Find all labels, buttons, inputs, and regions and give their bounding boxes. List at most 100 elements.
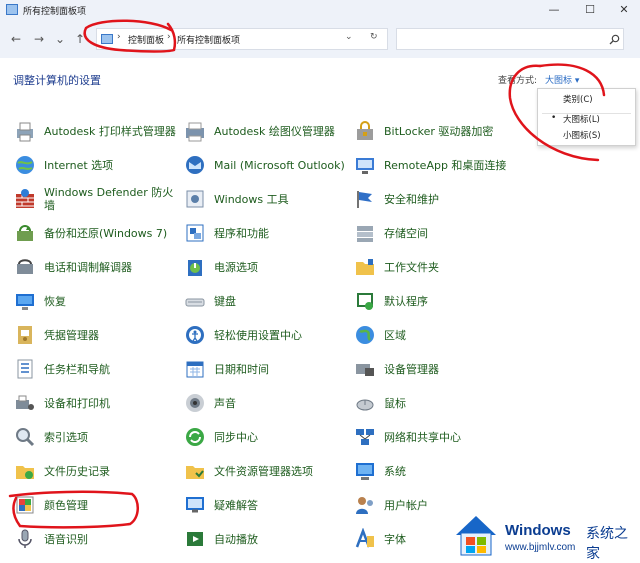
control-panel-item[interactable]: 疑难解答 xyxy=(184,490,352,520)
control-panel-item[interactable]: Mail (Microsoft Outlook) xyxy=(184,150,352,180)
system-icon xyxy=(354,460,376,482)
back-arrow-icon[interactable]: ← xyxy=(7,30,25,48)
control-panel-item-label: 键盘 xyxy=(214,294,236,308)
control-panel-item[interactable]: 索引选项 xyxy=(14,422,182,452)
search-icon[interactable] xyxy=(609,34,620,45)
breadcrumb-control-panel[interactable]: 控制面板 xyxy=(128,33,164,46)
maximize-button[interactable]: ☐ xyxy=(572,0,608,20)
recovery-icon xyxy=(14,290,36,312)
troubleshooting-icon xyxy=(184,494,206,516)
control-panel-item[interactable]: BitLocker 驱动器加密 xyxy=(354,116,522,146)
control-panel-item-label: 自动播放 xyxy=(214,532,258,546)
bitlocker-icon xyxy=(354,120,376,142)
watermark-url: www.bjjmlv.com xyxy=(505,542,576,553)
taskbar-icon xyxy=(14,358,36,380)
control-panel-item[interactable]: 程序和功能 xyxy=(184,218,352,248)
title-bar: 所有控制面板项 — ☐ ✕ xyxy=(0,0,640,20)
control-panel-item-label: 凭据管理器 xyxy=(44,328,99,342)
control-panel-item[interactable]: 颜色管理 xyxy=(14,490,182,520)
control-panel-item[interactable]: Windows Defender 防火墙 xyxy=(14,184,182,214)
control-panel-item[interactable]: Autodesk 打印样式管理器 xyxy=(14,116,182,146)
minimize-button[interactable]: — xyxy=(536,0,572,20)
address-bar[interactable]: › 控制面板 › 所有控制面板项 ⌄ ↻ xyxy=(96,28,388,50)
control-panel-item[interactable]: 轻松使用设置中心 xyxy=(184,320,352,350)
control-panel-item[interactable]: 任务栏和导航 xyxy=(14,354,182,384)
control-panel-item[interactable]: 设备和打印机 xyxy=(14,388,182,418)
internet-icon xyxy=(14,154,36,176)
recent-locations-icon[interactable]: ⌄ xyxy=(51,30,69,48)
file-history-icon xyxy=(14,460,36,482)
control-panel-item[interactable]: 电话和调制解调器 xyxy=(14,252,182,282)
control-panel-item-label: BitLocker 驱动器加密 xyxy=(384,124,494,138)
address-dropdown-icon[interactable]: ⌄ xyxy=(345,32,353,42)
mouse-icon xyxy=(354,392,376,414)
control-panel-item[interactable]: Autodesk 绘图仪管理器 xyxy=(184,116,352,146)
indexing-icon xyxy=(14,426,36,448)
control-panel-item[interactable]: 文件资源管理器选项 xyxy=(184,456,352,486)
control-panel-item[interactable]: 区域 xyxy=(354,320,522,350)
backup-icon xyxy=(14,222,36,244)
menu-item-category[interactable]: 类别(C) xyxy=(538,91,635,107)
control-panel-item-label: 恢复 xyxy=(44,294,66,308)
control-panel-item[interactable]: 设备管理器 xyxy=(354,354,522,384)
forward-arrow-icon[interactable]: → xyxy=(30,30,48,48)
credential-icon xyxy=(14,324,36,346)
control-panel-item-label: 颜色管理 xyxy=(44,498,88,512)
control-panel-item-label: RemoteApp 和桌面连接 xyxy=(384,158,507,172)
programs-icon xyxy=(184,222,206,244)
control-panel-item-label: Internet 选项 xyxy=(44,158,114,172)
printer-icon xyxy=(14,120,36,142)
devices-printers-icon xyxy=(14,392,36,414)
breadcrumb-all-items[interactable]: 所有控制面板项 xyxy=(177,33,240,46)
control-panel-item-label: 电源选项 xyxy=(214,260,258,274)
control-panel-item-label: 索引选项 xyxy=(44,430,88,444)
control-panel-item[interactable]: 语音识别 xyxy=(14,524,182,554)
control-panel-item[interactable]: 声音 xyxy=(184,388,352,418)
control-panel-item[interactable]: RemoteApp 和桌面连接 xyxy=(354,150,522,180)
control-panel-item-label: 存储空间 xyxy=(384,226,428,240)
default-programs-icon xyxy=(354,290,376,312)
control-panel-item[interactable]: 日期和时间 xyxy=(184,354,352,384)
refresh-icon[interactable]: ↻ xyxy=(370,32,378,42)
region-icon xyxy=(354,324,376,346)
explorer-options-icon xyxy=(184,460,206,482)
calendar-icon xyxy=(184,358,206,380)
search-box[interactable] xyxy=(396,28,624,50)
control-panel-item[interactable]: 文件历史记录 xyxy=(14,456,182,486)
sound-icon xyxy=(184,392,206,414)
control-panel-item[interactable]: 同步中心 xyxy=(184,422,352,452)
phone-modem-icon xyxy=(14,256,36,278)
control-panel-item[interactable]: 工作文件夹 xyxy=(354,252,522,282)
autoplay-icon xyxy=(184,528,206,550)
control-panel-item[interactable]: 安全和维护 xyxy=(354,184,522,214)
control-panel-item[interactable]: 键盘 xyxy=(184,286,352,316)
fonts-icon xyxy=(354,527,376,550)
menu-item-large-icons[interactable]: • 大图标(L) xyxy=(538,111,635,127)
page-title: 调整计算机的设置 xyxy=(13,74,101,87)
menu-item-small-icons[interactable]: 小图标(S) xyxy=(538,127,635,143)
close-button[interactable]: ✕ xyxy=(606,0,640,20)
keyboard-icon xyxy=(184,290,206,312)
control-panel-item[interactable]: 备份和还原(Windows 7) xyxy=(14,218,182,248)
sync-icon xyxy=(184,426,206,448)
control-panel-item[interactable]: 鼠标 xyxy=(354,388,522,418)
device-manager-icon xyxy=(354,358,376,380)
control-panel-item[interactable]: Internet 选项 xyxy=(14,150,182,180)
network-icon xyxy=(354,426,376,448)
control-panel-item-label: 默认程序 xyxy=(384,294,428,308)
control-panel-item[interactable]: Windows 工具 xyxy=(184,184,352,214)
control-panel-item[interactable]: 电源选项 xyxy=(184,252,352,282)
control-panel-item-label: 鼠标 xyxy=(384,396,406,410)
ease-of-access-icon xyxy=(184,324,206,346)
control-panel-item[interactable]: 网络和共享中心 xyxy=(354,422,522,452)
up-arrow-icon[interactable]: ↑ xyxy=(71,30,89,48)
control-panel-item[interactable]: 系统 xyxy=(354,456,522,486)
control-panel-item[interactable]: 存储空间 xyxy=(354,218,522,248)
control-panel-item[interactable]: 默认程序 xyxy=(354,286,522,316)
control-panel-item[interactable]: 恢复 xyxy=(14,286,182,316)
view-by-dropdown[interactable]: 大图标 ▾ xyxy=(545,73,579,86)
control-panel-item-label: 语音识别 xyxy=(44,532,88,546)
control-panel-item[interactable]: 自动播放 xyxy=(184,524,352,554)
firewall-icon xyxy=(14,188,36,210)
control-panel-item[interactable]: 凭据管理器 xyxy=(14,320,182,350)
